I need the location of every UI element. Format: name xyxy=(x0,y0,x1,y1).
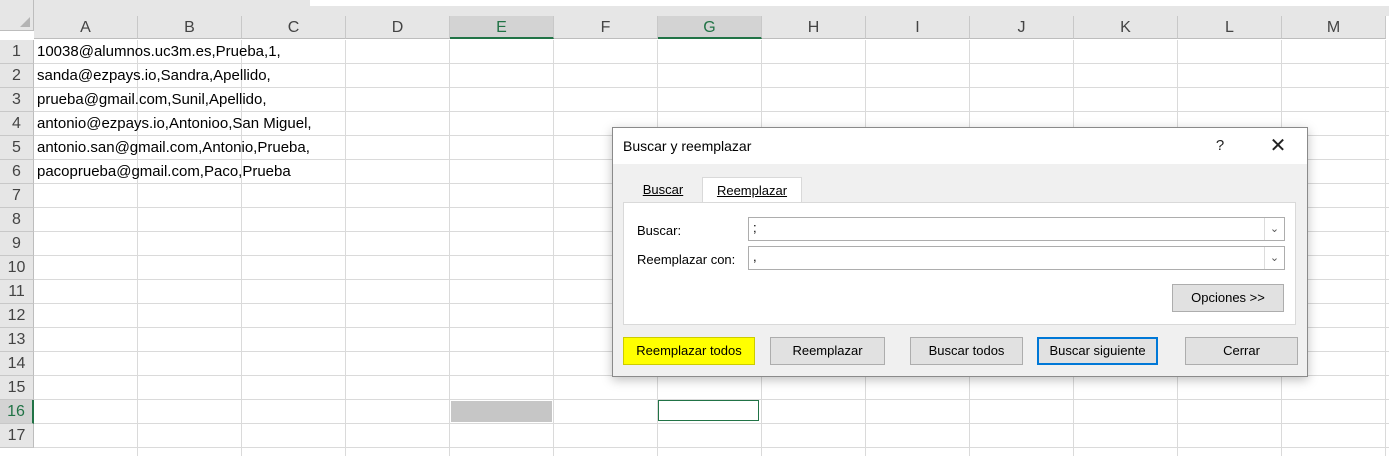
column-header-d[interactable]: D xyxy=(346,16,450,39)
options-button[interactable]: Opciones >> xyxy=(1172,284,1284,312)
row-header-5[interactable]: 5 xyxy=(0,136,34,160)
dialog-title: Buscar y reemplazar xyxy=(623,138,752,154)
active-cell-g16[interactable] xyxy=(658,400,759,421)
tab-buscar-label: Buscar xyxy=(642,182,684,197)
close-icon[interactable]: ✕ xyxy=(1263,134,1293,158)
row-header-8[interactable]: 8 xyxy=(0,208,34,232)
row-header-7[interactable]: 7 xyxy=(0,184,34,208)
gridline-horizontal xyxy=(34,447,1389,448)
row-header-4[interactable]: 4 xyxy=(0,112,34,136)
column-header-l[interactable]: L xyxy=(1178,16,1282,39)
tab-reemplazar-label: Reemplazar xyxy=(716,183,788,198)
row-header-12[interactable]: 12 xyxy=(0,304,34,328)
replace-button[interactable]: Reemplazar xyxy=(770,337,885,365)
row-header-16[interactable]: 16 xyxy=(0,400,34,424)
cell-e16-selected[interactable] xyxy=(451,401,552,422)
replace-input-value[interactable]: , xyxy=(753,249,757,264)
gridline-vertical xyxy=(1385,40,1386,456)
column-header-j[interactable]: J xyxy=(970,16,1074,39)
chevron-down-icon[interactable]: ⌄ xyxy=(1264,218,1284,240)
row-header-11[interactable]: 11 xyxy=(0,280,34,304)
find-input-value[interactable]: ; xyxy=(753,220,757,235)
row-header-6[interactable]: 6 xyxy=(0,160,34,184)
dialog-titlebar: Buscar y reemplazar ? ✕ xyxy=(613,128,1307,164)
gridline-horizontal xyxy=(34,423,1389,424)
cell-a4[interactable]: antonio@ezpays.io,Antonioo,San Miguel, xyxy=(37,112,312,136)
find-next-button[interactable]: Buscar siguiente xyxy=(1037,337,1158,365)
row-header-1[interactable]: 1 xyxy=(0,40,34,64)
row-header-17[interactable]: 17 xyxy=(0,424,34,448)
find-replace-dialog: Buscar y reemplazar ? ✕ Buscar Reemplaza… xyxy=(612,127,1308,377)
row-header-2[interactable]: 2 xyxy=(0,64,34,88)
cell-a5[interactable]: antonio.san@gmail.com,Antonio,Prueba, xyxy=(37,136,310,160)
help-button[interactable]: ? xyxy=(1205,134,1235,158)
replace-combobox[interactable]: , ⌄ xyxy=(748,246,1285,270)
chevron-down-icon[interactable]: ⌄ xyxy=(1264,247,1284,269)
column-header-h[interactable]: H xyxy=(762,16,866,39)
column-header-m[interactable]: M xyxy=(1282,16,1386,39)
gridline-vertical xyxy=(553,40,554,456)
cell-a1[interactable]: 10038@alumnos.uc3m.es,Prueba,1, xyxy=(37,40,281,64)
replace-panel: Buscar: ; ⌄ Reemplazar con: , ⌄ Opciones… xyxy=(623,202,1296,325)
close-button[interactable]: Cerrar xyxy=(1185,337,1298,365)
column-header-k[interactable]: K xyxy=(1074,16,1178,39)
replace-label: Reemplazar con: xyxy=(637,252,736,267)
find-label: Buscar: xyxy=(637,223,682,238)
row-header-10[interactable]: 10 xyxy=(0,256,34,280)
row-header-13[interactable]: 13 xyxy=(0,328,34,352)
tab-buscar[interactable]: Buscar xyxy=(623,177,703,202)
column-header-b[interactable]: B xyxy=(138,16,242,39)
replace-all-button[interactable]: Reemplazar todos xyxy=(623,337,755,365)
formula-bar-area xyxy=(34,0,1389,16)
column-header-g[interactable]: G xyxy=(658,16,762,39)
cell-a2[interactable]: sanda@ezpays.io,Sandra,Apellido, xyxy=(37,64,271,88)
column-header-a[interactable]: A xyxy=(34,16,138,39)
row-header-15[interactable]: 15 xyxy=(0,376,34,400)
find-combobox[interactable]: ; ⌄ xyxy=(748,217,1285,241)
column-header-f[interactable]: F xyxy=(554,16,658,39)
row-header-9[interactable]: 9 xyxy=(0,232,34,256)
select-all-corner[interactable] xyxy=(0,0,34,31)
gridline-vertical xyxy=(449,40,450,456)
row-header-3[interactable]: 3 xyxy=(0,88,34,112)
find-all-button[interactable]: Buscar todos xyxy=(910,337,1023,365)
tab-reemplazar[interactable]: Reemplazar xyxy=(702,177,802,204)
column-header-c[interactable]: C xyxy=(242,16,346,39)
cell-a6[interactable]: pacoprueba@gmail.com,Paco,Prueba xyxy=(37,160,291,184)
column-header-i[interactable]: I xyxy=(866,16,970,39)
column-header-e[interactable]: E xyxy=(450,16,554,39)
gridline-vertical xyxy=(345,40,346,456)
row-header-14[interactable]: 14 xyxy=(0,352,34,376)
cell-a3[interactable]: prueba@gmail.com,Sunil,Apellido, xyxy=(37,88,267,112)
